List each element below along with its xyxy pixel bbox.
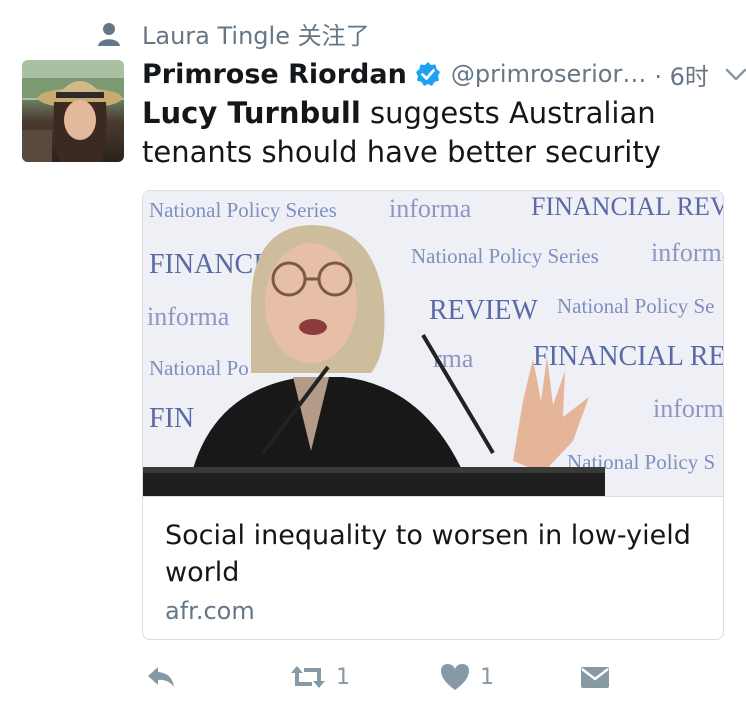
reply-icon xyxy=(148,667,174,687)
person-icon xyxy=(98,22,120,46)
retweet-button[interactable]: 1 xyxy=(288,660,350,694)
tweet-actions: 1 1 xyxy=(142,660,622,700)
backdrop-word: FINANCIAL REVIEW xyxy=(531,192,723,221)
retweet-icon xyxy=(291,666,325,688)
mention-name: Lucy Turnbull xyxy=(142,96,361,130)
backdrop-word: FINANCIAL REVI xyxy=(533,341,723,372)
avatar[interactable] xyxy=(22,60,124,162)
verified-badge-icon xyxy=(415,62,440,86)
reply-button[interactable] xyxy=(144,660,178,694)
link-card[interactable]: National Policy Series informa FINANCIAL… xyxy=(142,190,724,640)
author-name[interactable]: Primrose Riordan xyxy=(142,59,407,90)
card-title[interactable]: Social inequality to worsen in low-yield… xyxy=(165,517,705,591)
backdrop-word: FIN xyxy=(149,403,194,434)
retweet-count: 1 xyxy=(336,664,350,690)
backdrop-word: National Policy Series xyxy=(411,244,599,268)
chevron-down-icon[interactable] xyxy=(723,61,746,87)
backdrop-word: informa xyxy=(653,394,723,423)
backdrop-word: National Po xyxy=(149,356,249,380)
heart-icon xyxy=(441,664,469,690)
backdrop-word: informa xyxy=(651,238,723,267)
tweet-text: Lucy Turnbull suggests Australian tenant… xyxy=(142,94,702,172)
message-button[interactable] xyxy=(578,660,612,694)
backdrop-word: National Policy Se xyxy=(557,294,714,318)
tweet-header: Primrose Riordan @primroserior… · 6时 xyxy=(142,54,746,94)
social-context-text: Laura Tingle 关注了 xyxy=(142,22,370,50)
like-button[interactable]: 1 xyxy=(438,660,494,694)
backdrop-word: informa xyxy=(147,302,230,331)
author-handle[interactable]: @primroserior… xyxy=(451,60,647,88)
card-domain[interactable]: afr.com xyxy=(165,597,255,625)
backdrop-word: informa xyxy=(389,194,472,223)
tweet-time[interactable]: · 6时 xyxy=(654,57,709,92)
backdrop-word: National Policy Series xyxy=(149,198,337,222)
like-count: 1 xyxy=(480,664,494,690)
envelope-icon xyxy=(581,667,609,688)
card-image: National Policy Series informa FINANCIAL… xyxy=(143,191,723,496)
backdrop-word: REVIEW xyxy=(429,295,538,326)
card-body: Social inequality to worsen in low-yield… xyxy=(143,496,723,639)
social-context[interactable]: Laura Tingle 关注了 xyxy=(96,16,370,51)
